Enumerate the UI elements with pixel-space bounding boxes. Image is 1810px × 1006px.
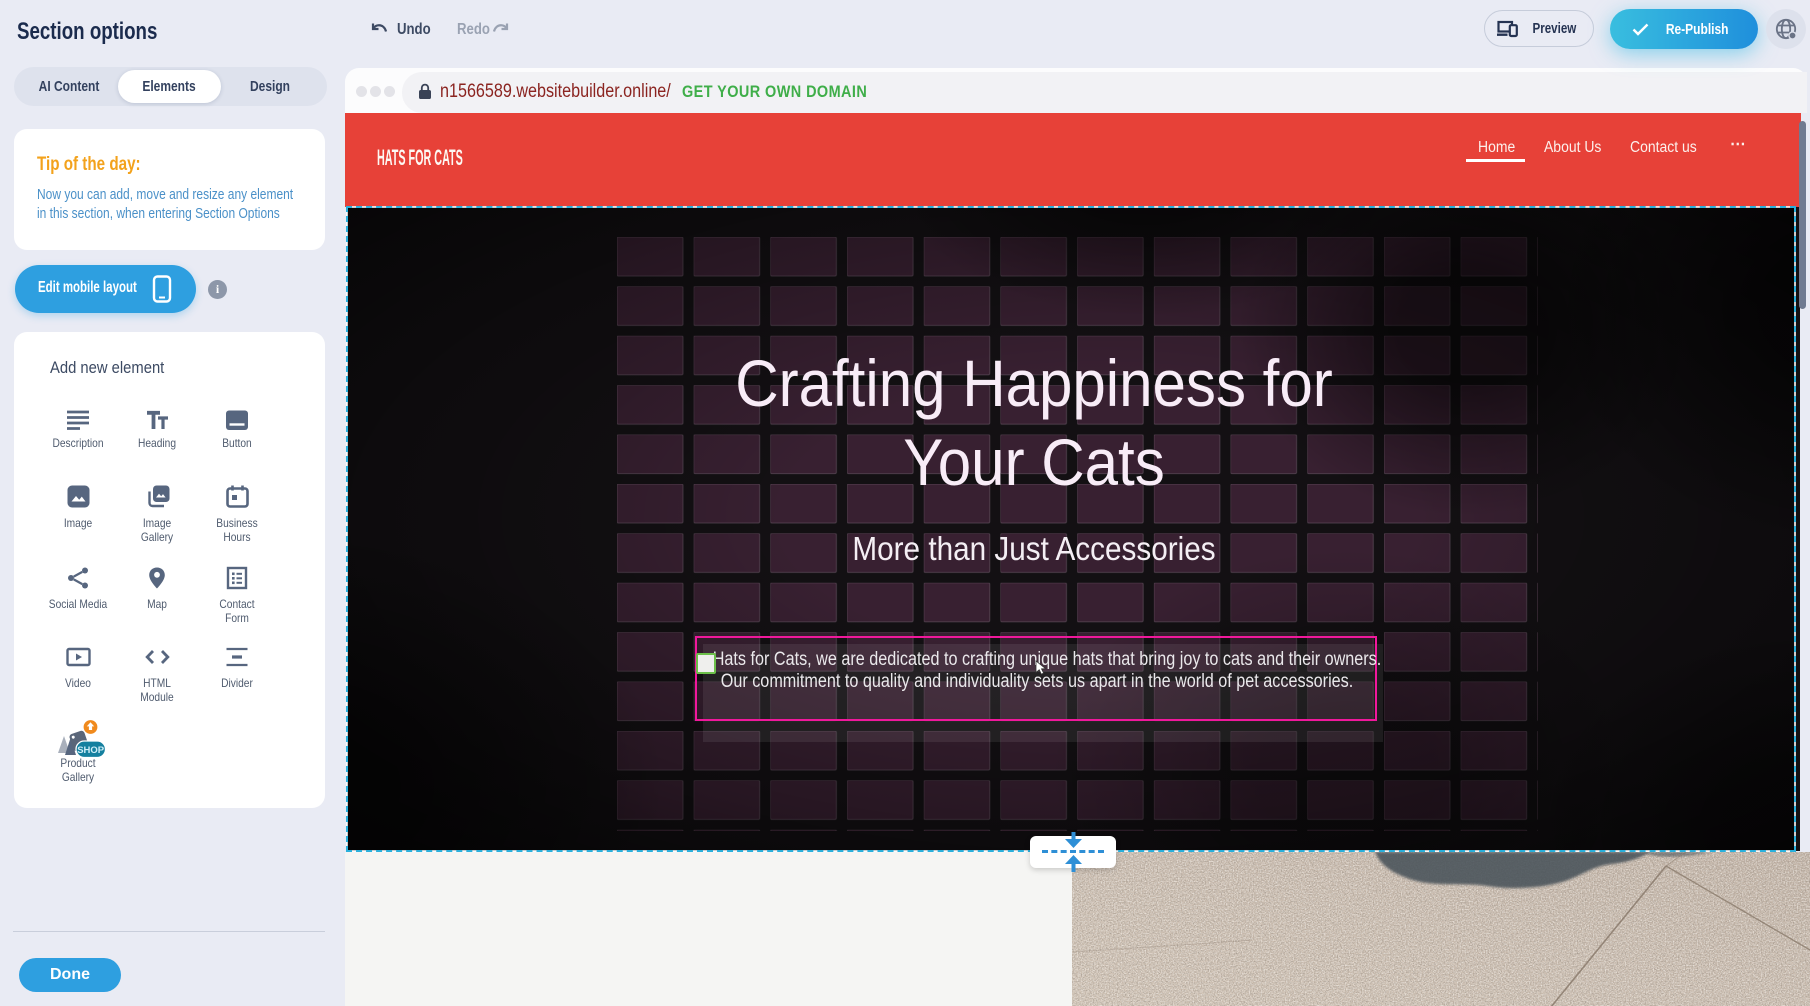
svg-text:SHOP: SHOP	[77, 745, 105, 756]
